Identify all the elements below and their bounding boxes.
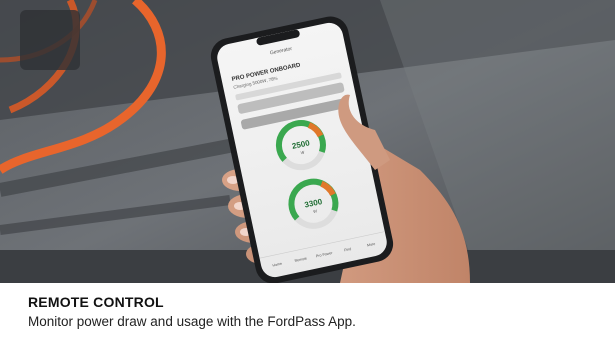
caption-title: REMOTE CONTROL <box>28 294 164 310</box>
caption-bar: REMOTE CONTROL Monitor power draw and us… <box>0 283 615 343</box>
caption-text: Monitor power draw and usage with the Fo… <box>28 314 356 329</box>
generator-panel <box>20 10 80 70</box>
promo-card: Generator PRO POWER ONBOARD Charging 500… <box>0 0 615 343</box>
